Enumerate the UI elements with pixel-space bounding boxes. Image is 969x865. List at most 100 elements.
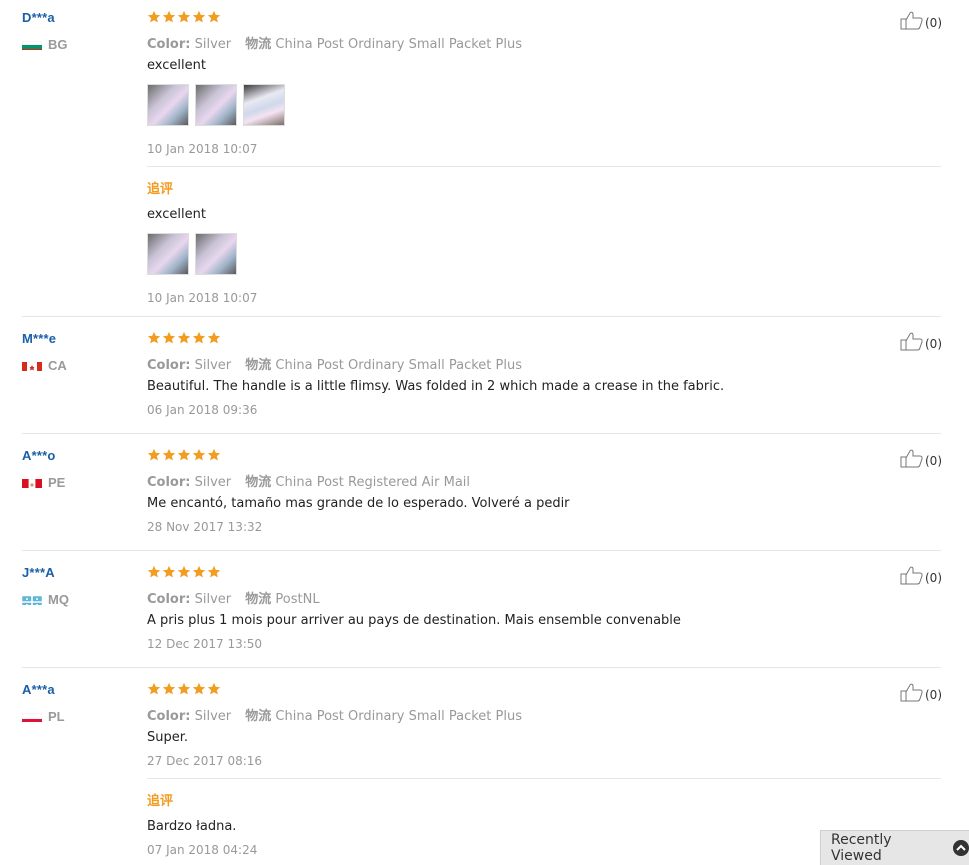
order-info: Color: Silver 物流 China Post Ordinary Sma… bbox=[147, 705, 522, 724]
star-icon bbox=[162, 10, 176, 24]
color-label: Color: bbox=[147, 358, 191, 373]
followup-date: 07 Jan 2018 04:24 bbox=[147, 843, 258, 857]
star-icon bbox=[177, 10, 191, 24]
star-rating bbox=[147, 448, 221, 462]
review-date: 28 Nov 2017 13:32 bbox=[147, 520, 263, 534]
color-value: Silver bbox=[194, 37, 232, 52]
star-icon bbox=[207, 331, 221, 345]
country-code: MQ bbox=[48, 591, 69, 607]
review-photos bbox=[147, 84, 285, 126]
flag-ca-icon bbox=[22, 359, 42, 371]
useful-count: (0) bbox=[925, 453, 942, 468]
star-rating bbox=[147, 682, 221, 696]
review-text: excellent bbox=[147, 58, 206, 73]
shipping-value: China Post Ordinary Small Packet Plus bbox=[275, 37, 522, 52]
order-info: Color: Silver 物流 PostNL bbox=[147, 588, 320, 607]
star-icon bbox=[207, 682, 221, 696]
review-photo[interactable] bbox=[147, 84, 189, 126]
shipping-label: 物流 bbox=[245, 37, 272, 52]
shipping-label: 物流 bbox=[245, 709, 272, 724]
country-code: PL bbox=[48, 708, 65, 724]
star-icon bbox=[147, 682, 161, 696]
star-icon bbox=[147, 448, 161, 462]
useful-button[interactable]: (0) bbox=[900, 683, 942, 706]
star-icon bbox=[192, 682, 206, 696]
flag-bg-icon bbox=[22, 38, 42, 50]
reviewer-country: CA bbox=[22, 357, 67, 373]
useful-count: (0) bbox=[925, 336, 942, 351]
star-icon bbox=[162, 682, 176, 696]
followup-label: 追评 bbox=[147, 182, 174, 197]
followup-text: Bardzo ładna. bbox=[147, 819, 237, 834]
star-icon bbox=[192, 10, 206, 24]
reviewer-country: BG bbox=[22, 36, 68, 52]
divider bbox=[22, 550, 941, 551]
followup-text: excellent bbox=[147, 207, 206, 222]
useful-button[interactable]: (0) bbox=[900, 566, 942, 589]
country-code: CA bbox=[48, 357, 67, 373]
review-text: Beautiful. The handle is a little flimsy… bbox=[147, 379, 725, 394]
star-rating bbox=[147, 331, 221, 345]
review-photo[interactable] bbox=[195, 84, 237, 126]
star-icon bbox=[162, 448, 176, 462]
star-icon bbox=[147, 565, 161, 579]
reviewer-country: PL bbox=[22, 708, 65, 724]
review-photo[interactable] bbox=[195, 233, 237, 275]
review-photo[interactable] bbox=[243, 84, 285, 126]
star-icon bbox=[207, 448, 221, 462]
thumbs-up-icon bbox=[900, 332, 924, 355]
shipping-label: 物流 bbox=[245, 358, 272, 373]
thumbs-up-icon bbox=[900, 566, 924, 589]
useful-button[interactable]: (0) bbox=[900, 449, 942, 472]
thumbs-up-icon bbox=[900, 11, 924, 34]
star-rating bbox=[147, 10, 221, 24]
divider bbox=[147, 778, 941, 779]
useful-button[interactable]: (0) bbox=[900, 332, 942, 355]
useful-button[interactable]: (0) bbox=[900, 11, 942, 34]
flag-pl-icon bbox=[22, 710, 42, 722]
reviewer-name[interactable]: A***a bbox=[22, 682, 55, 697]
reviewer-country: MQ bbox=[22, 591, 69, 607]
followup-date: 10 Jan 2018 10:07 bbox=[147, 291, 258, 305]
thumbs-up-icon bbox=[900, 683, 924, 706]
flag-mq-icon bbox=[22, 593, 42, 605]
star-rating bbox=[147, 565, 221, 579]
review-date: 27 Dec 2017 08:16 bbox=[147, 754, 263, 768]
review-text: A pris plus 1 mois pour arriver au pays … bbox=[147, 613, 681, 628]
recently-viewed-tab[interactable]: Recently Viewed bbox=[820, 830, 969, 865]
reviewer-name[interactable]: D***a bbox=[22, 10, 55, 25]
star-icon bbox=[177, 682, 191, 696]
reviewer-name[interactable]: M***e bbox=[22, 331, 56, 346]
review-date: 10 Jan 2018 10:07 bbox=[147, 142, 258, 156]
star-icon bbox=[177, 331, 191, 345]
useful-count: (0) bbox=[925, 570, 942, 585]
star-icon bbox=[207, 10, 221, 24]
color-value: Silver bbox=[194, 592, 232, 607]
country-code: BG bbox=[48, 36, 68, 52]
reviewer-name[interactable]: A***o bbox=[22, 448, 56, 463]
thumbs-up-icon bbox=[900, 449, 924, 472]
review-date: 12 Dec 2017 13:50 bbox=[147, 637, 263, 651]
color-value: Silver bbox=[194, 709, 232, 724]
color-label: Color: bbox=[147, 475, 191, 490]
color-label: Color: bbox=[147, 709, 191, 724]
recently-viewed-label: Recently Viewed bbox=[831, 832, 892, 864]
divider bbox=[22, 667, 941, 668]
shipping-label: 物流 bbox=[245, 592, 272, 607]
review-date: 06 Jan 2018 09:36 bbox=[147, 403, 258, 417]
shipping-value: China Post Registered Air Mail bbox=[275, 475, 471, 490]
flag-pe-icon bbox=[22, 476, 42, 488]
review-photo[interactable] bbox=[147, 233, 189, 275]
followup-photos bbox=[147, 233, 237, 275]
shipping-value: China Post Ordinary Small Packet Plus bbox=[275, 358, 522, 373]
star-icon bbox=[177, 565, 191, 579]
order-info: Color: Silver 物流 China Post Ordinary Sma… bbox=[147, 33, 522, 52]
country-code: PE bbox=[48, 474, 66, 490]
reviewer-country: PE bbox=[22, 474, 66, 490]
shipping-value: PostNL bbox=[275, 592, 320, 607]
star-icon bbox=[147, 331, 161, 345]
useful-count: (0) bbox=[925, 15, 942, 30]
reviewer-name[interactable]: J***A bbox=[22, 565, 55, 580]
review-text: Me encantó, tamaño mas grande de lo espe… bbox=[147, 496, 570, 511]
star-icon bbox=[192, 565, 206, 579]
